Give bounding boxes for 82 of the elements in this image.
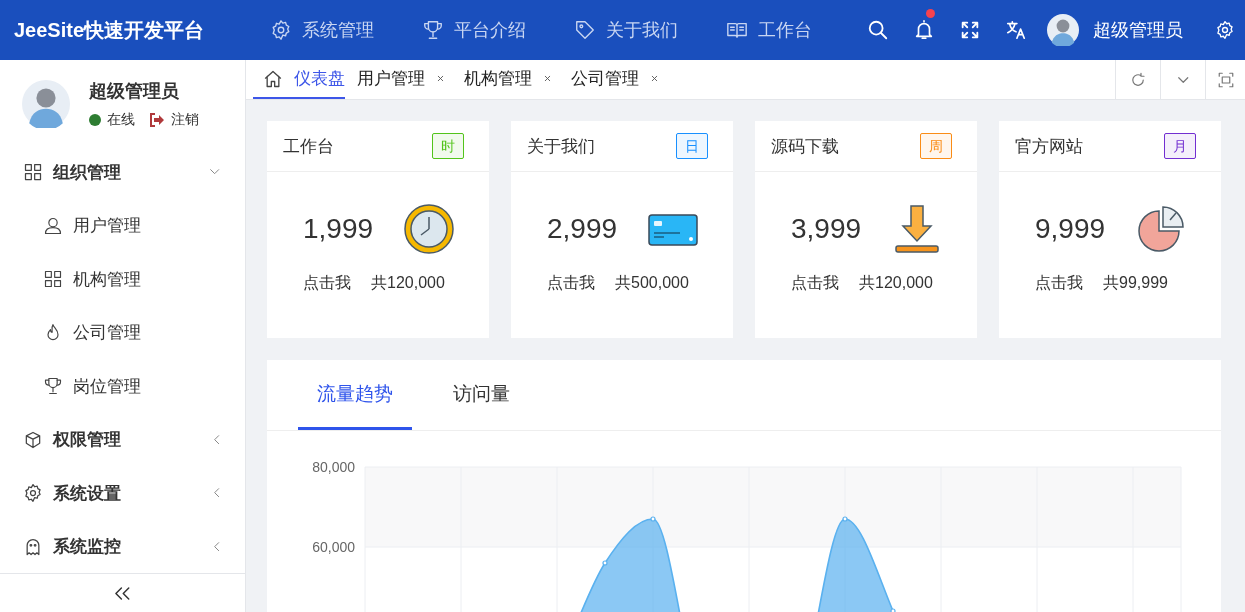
close-icon — [543, 74, 552, 83]
total-text: 共120,000 — [371, 273, 445, 293]
user-menu[interactable]: 超级管理员 — [1039, 14, 1205, 46]
click-link[interactable]: 点击我 — [1035, 273, 1083, 294]
chevron-down-icon — [1177, 76, 1189, 83]
tab-close-button[interactable] — [436, 74, 445, 83]
submenu-item[interactable]: 公司管理 — [0, 305, 245, 360]
nav-link[interactable]: 关于我们 — [574, 18, 678, 42]
total-text: 共99,999 — [1103, 273, 1168, 293]
submenu-item[interactable]: 岗位管理 — [0, 359, 245, 413]
grid-icon — [43, 269, 63, 290]
click-link[interactable]: 点击我 — [791, 273, 839, 294]
axis-label: 60,000 — [312, 539, 355, 555]
expand-icon — [959, 19, 981, 41]
chevron-down-icon — [209, 169, 219, 175]
refresh-icon — [1129, 70, 1147, 89]
page-tab[interactable]: 机构管理 — [454, 60, 559, 99]
total-text: 共120,000 — [859, 273, 933, 293]
stat-value: 2,999 — [547, 213, 618, 245]
double-chevron-left-icon — [115, 586, 130, 600]
clock-icon — [403, 203, 455, 255]
search-icon — [867, 19, 889, 41]
home-icon — [263, 68, 283, 89]
user-icon — [43, 215, 63, 236]
logout-icon — [149, 111, 165, 128]
status-text: 在线 — [107, 110, 135, 129]
chevron-left-icon — [213, 488, 219, 498]
trophy-icon — [422, 19, 444, 41]
nav-link[interactable]: 工作台 — [726, 18, 812, 42]
chevron-left-icon — [213, 541, 219, 552]
menu-item[interactable]: 权限管理 — [0, 412, 245, 467]
tab-close-button[interactable] — [650, 74, 659, 83]
gear-icon — [23, 483, 43, 504]
page-tab[interactable]: 公司管理 — [561, 60, 666, 99]
card-title: 官方网站 — [1015, 135, 1083, 158]
period-tag: 时 — [432, 133, 464, 159]
submenu-item[interactable]: 用户管理 — [0, 198, 245, 253]
app-title: JeeSite快速开发平台 — [13, 17, 206, 43]
card-title: 关于我们 — [527, 135, 595, 158]
period-tag: 日 — [676, 133, 708, 159]
logout-link[interactable]: 注销 — [149, 110, 199, 129]
chevron-left-icon — [213, 434, 219, 445]
data-point — [890, 608, 896, 612]
pie-chart-icon — [1135, 203, 1187, 255]
settings-icon — [1215, 20, 1235, 40]
translate-icon — [1005, 19, 1027, 41]
nav-link[interactable]: 系统管理 — [270, 18, 374, 42]
data-point — [602, 560, 608, 566]
click-link[interactable]: 点击我 — [547, 273, 595, 294]
data-point — [842, 516, 848, 522]
card-title: 工作台 — [283, 135, 334, 158]
period-tag: 周 — [920, 133, 952, 159]
avatar-icon — [22, 79, 70, 128]
close-icon — [650, 74, 659, 83]
nav-link[interactable]: 平台介绍 — [422, 18, 526, 42]
submenu-item[interactable]: 机构管理 — [0, 252, 245, 306]
click-link[interactable]: 点击我 — [303, 273, 351, 294]
close-icon — [436, 74, 445, 83]
grid-icon — [23, 162, 43, 183]
bell-icon — [913, 19, 935, 41]
maximize-icon — [1216, 70, 1235, 89]
card-title: 源码下载 — [771, 135, 839, 158]
user-name: 超级管理员 — [89, 79, 180, 103]
stat-value: 1,999 — [303, 213, 374, 245]
menu-item[interactable]: 系统监控 — [0, 519, 245, 574]
stat-value: 9,999 — [1035, 213, 1106, 245]
data-point — [650, 516, 656, 522]
page-tab[interactable]: 用户管理 — [347, 60, 452, 99]
avatar-icon — [1047, 14, 1079, 46]
menu-item[interactable]: 组织管理 — [0, 145, 245, 199]
trophy-icon — [43, 376, 63, 397]
chart-tab[interactable]: 访问量 — [434, 360, 529, 430]
tag-icon — [574, 19, 596, 41]
period-tag: 月 — [1164, 133, 1196, 159]
total-text: 共500,000 — [615, 273, 689, 293]
collapse-button[interactable] — [115, 586, 130, 600]
axis-label: 80,000 — [312, 459, 355, 475]
menu-item[interactable]: 系统设置 — [0, 466, 245, 520]
cube-icon — [23, 429, 43, 450]
tab-close-button[interactable] — [543, 74, 552, 83]
stat-value: 3,999 — [791, 213, 862, 245]
gear-icon — [270, 19, 292, 41]
